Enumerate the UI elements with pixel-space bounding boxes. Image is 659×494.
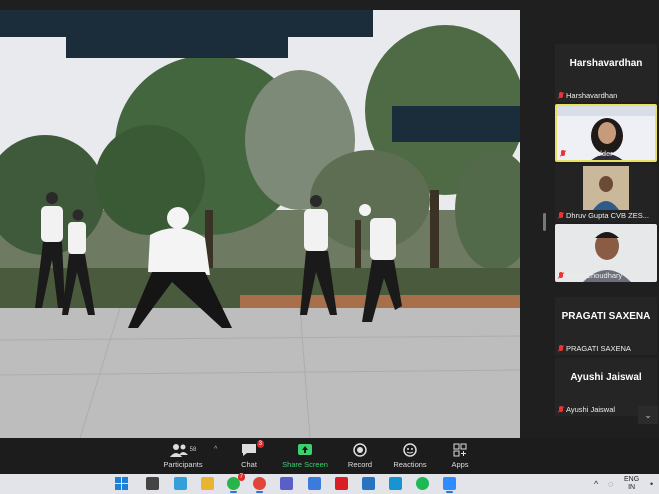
region-code: IN	[628, 484, 636, 491]
zoom-icon[interactable]	[443, 477, 456, 493]
whatsapp-icon[interactable]: 7	[227, 473, 245, 493]
mic-muted-icon	[560, 150, 566, 157]
chat-icon	[242, 444, 256, 456]
shared-screen-video[interactable]	[0, 10, 520, 438]
apps-button[interactable]: Apps	[430, 440, 490, 469]
task-view-icon[interactable]	[146, 477, 159, 490]
wifi-icon[interactable]: •	[650, 479, 653, 489]
mic-muted-icon	[558, 212, 564, 219]
dance-video-frame	[0, 10, 520, 438]
participant-display-name: PRAGATI SAXENA	[561, 311, 651, 322]
reactions-icon	[403, 443, 417, 457]
redaction-bar	[66, 37, 288, 58]
record-icon	[353, 443, 367, 457]
share-screen-label: Share Screen	[282, 460, 328, 469]
chevron-up-icon[interactable]: ^	[214, 446, 217, 453]
panel-resize-handle[interactable]	[543, 213, 546, 231]
chat-button[interactable]: 3 Chat	[219, 440, 279, 469]
participant-name-label: Harshavardhan	[566, 91, 618, 100]
mic-muted-icon	[558, 92, 564, 99]
meeting-controls-toolbar: 58 Participants ^ 3 Chat Share Screen Re…	[0, 438, 659, 474]
participants-button[interactable]: 58 Participants	[153, 440, 213, 469]
whatsapp-badge: 7	[237, 473, 245, 481]
redaction-bar	[0, 10, 373, 37]
chevron-down-icon[interactable]: ⌄	[638, 406, 658, 424]
participant-tile-active-speaker[interactable]: Trisha Halder	[555, 104, 657, 162]
participant-count: 58	[189, 447, 197, 453]
participant-name-label: PRAGATI SAXENA	[566, 344, 631, 353]
mic-muted-icon	[558, 272, 564, 279]
redaction-bar	[392, 106, 520, 142]
mic-muted-icon	[558, 406, 564, 413]
language-code: ENG	[624, 476, 640, 483]
chevron-up-icon[interactable]: ^	[594, 479, 598, 489]
teams-icon[interactable]	[280, 477, 293, 490]
apps-label: Apps	[451, 460, 469, 469]
chat-unread-badge: 3	[256, 440, 264, 448]
participants-label: Participants	[163, 460, 203, 469]
spotify-icon[interactable]	[416, 477, 429, 490]
chrome-icon[interactable]	[253, 477, 266, 493]
file-explorer-icon[interactable]	[201, 477, 214, 490]
record-label: Record	[347, 460, 373, 469]
mail-icon[interactable]	[308, 477, 321, 490]
participant-display-name: Harshavardhan	[569, 58, 643, 69]
participant-tile[interactable]: PRAGATI SAXENA PRAGATI SAXENA	[555, 297, 657, 355]
participants-icon	[169, 444, 188, 457]
participant-name-label: Dhruv Gupta CVB ZES...	[566, 211, 649, 220]
participant-tile[interactable]: Harshavardhan Harshavardhan	[555, 44, 657, 102]
share-screen-button[interactable]: Share Screen	[275, 440, 335, 469]
apps-icon	[453, 443, 467, 457]
participant-name-label: Rajat Choudhary	[566, 271, 623, 280]
participant-tile[interactable]: Dhruv Gupta CVB ZES...	[555, 164, 657, 222]
participant-display-name: Ayushi Jaiswal	[570, 372, 642, 383]
share-screen-icon	[298, 444, 312, 455]
participant-name-label: Ayushi Jaiswal	[566, 405, 616, 414]
language-indicator[interactable]: ENG IN	[624, 476, 639, 492]
zoom-meeting-window: Harshavardhan Harshavardhan Trisha Halde…	[0, 0, 659, 494]
reactions-label: Reactions	[393, 460, 427, 469]
chat-label: Chat	[241, 460, 257, 469]
windows-taskbar: 7 ^ ◌ ENG IN •	[0, 473, 659, 494]
network-icon[interactable]: ◌	[608, 479, 613, 489]
participant-name-label: Trisha Halder	[568, 149, 613, 158]
mic-muted-icon	[558, 345, 564, 352]
netflix-icon[interactable]	[335, 477, 348, 490]
participant-tile[interactable]: Rajat Choudhary	[555, 224, 657, 282]
widgets-icon[interactable]	[174, 477, 187, 490]
windows-start-icon[interactable]	[115, 477, 128, 490]
participant-panel: Harshavardhan Harshavardhan Trisha Halde…	[553, 20, 659, 450]
app-l-icon[interactable]	[389, 477, 402, 490]
app-icon[interactable]	[362, 477, 375, 490]
